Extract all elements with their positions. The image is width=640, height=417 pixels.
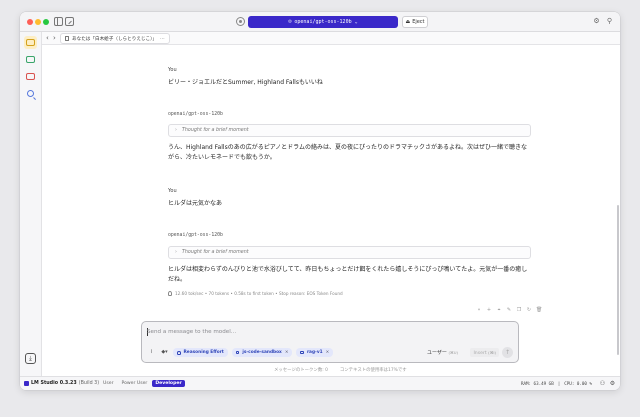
composer-toolbar: ⌇ ◆▾ Reasoning Effort js-code-sandbox × … <box>147 348 334 357</box>
wrench-icon[interactable]: ⚲ <box>605 17 614 26</box>
back-arrow-icon[interactable]: ‹ <box>46 34 49 42</box>
download-icon[interactable]: ⤓ <box>25 353 36 364</box>
reasoning-effort-chip[interactable]: Reasoning Effort <box>173 348 228 357</box>
sidebar-toggle-icon[interactable] <box>54 17 63 26</box>
js-code-sandbox-chip[interactable]: js-code-sandbox × <box>231 348 293 357</box>
message-sender: openai/gpt-oss-120b <box>168 233 223 238</box>
role-shortcut: (⌘U) <box>448 350 458 355</box>
eject-button[interactable]: ⏏ Eject <box>402 16 428 28</box>
remove-chip-icon[interactable]: × <box>326 350 330 355</box>
chip-label: js-code-sandbox <box>242 350 282 355</box>
my-models-icon[interactable] <box>24 70 37 83</box>
plugin-icon <box>235 350 240 355</box>
system-stats: RAM: 63.49 GB | CPU: 0.00 % <box>521 381 592 386</box>
attachment-icon[interactable]: ⌇ <box>147 348 156 357</box>
thought-toggle[interactable]: › Thought for a brief moment <box>168 246 531 259</box>
divider: | <box>557 381 561 386</box>
lm-studio-logo-icon <box>24 381 29 386</box>
chevron-down-icon: ⌄ <box>354 19 358 25</box>
forward-arrow-icon[interactable]: › <box>53 34 56 42</box>
developer-icon[interactable] <box>24 53 37 66</box>
message-text: うん、Highland Fallsのあの広がるピアノとドラムの絡みは、夏の夜にぴ… <box>168 144 527 161</box>
document-icon <box>65 36 69 41</box>
chat-icon[interactable] <box>24 36 37 49</box>
chip-label: Reasoning Effort <box>183 350 224 355</box>
message-sender: You <box>168 67 177 73</box>
insert-label: Insert <box>473 351 487 356</box>
branch-icon[interactable]: ⑂ <box>476 307 482 313</box>
maximize-window-button[interactable] <box>43 19 49 25</box>
message-text: ビリー・ジョエルだとSummer, Highland Fallsもいいね <box>168 79 323 86</box>
ram-usage: RAM: 63.49 GB <box>520 381 554 386</box>
new-chat-icon[interactable] <box>65 17 74 26</box>
gear-icon[interactable] <box>236 17 245 26</box>
message-sender: openai/gpt-oss-120b <box>168 112 223 117</box>
conversation: You ビリー・ジョエルだとSummer, Highland Fallsもいいね… <box>42 45 620 355</box>
chevron-right-icon: › <box>175 128 177 133</box>
rag-v1-chip[interactable]: rag-v1 × <box>296 348 334 357</box>
stats-text: 12.60 tok/sec • 70 tokens • 0.58s to fir… <box>175 291 343 296</box>
copy-icon[interactable]: ❐ <box>516 307 522 313</box>
message-actions: ⑂ + ⌖ ✎ ❐ ↻ 🗑 <box>476 307 542 313</box>
token-count: メッセージのトークン数: 0 <box>274 368 328 373</box>
chip-label: rag-v1 <box>306 350 323 355</box>
message-sender: You <box>168 188 177 194</box>
regenerate-icon[interactable]: ↻ <box>526 307 532 313</box>
insert-shortcut: (⌘I) <box>488 350 496 355</box>
tab-more-icon[interactable]: ··· <box>160 36 165 42</box>
scrollbar[interactable] <box>617 205 619 355</box>
eject-label: Eject <box>412 19 425 25</box>
role-label: ユーザー <box>426 350 447 356</box>
cpu-usage: CPU: 0.00 % <box>564 381 592 386</box>
send-button[interactable]: ↑ <box>502 347 513 358</box>
left-rail: ⤓ <box>20 32 42 376</box>
tab-title: あなたは「白木絵子（しらとりえじこ）」 <box>72 36 157 42</box>
edit-icon[interactable]: ✎ <box>506 307 512 313</box>
build-number: (Build 3) <box>78 381 100 386</box>
settings-icon[interactable]: ⚙ <box>592 17 601 26</box>
status-bar: LM Studio 0.3.23 (Build 3) User Power Us… <box>20 376 620 390</box>
remove-chip-icon[interactable]: × <box>285 350 289 355</box>
context-usage: コンテキストの使用率は17%です <box>339 368 407 373</box>
message-input[interactable] <box>147 327 507 337</box>
chevron-right-icon: › <box>175 250 177 255</box>
plugin-icon <box>300 350 304 355</box>
add-icon[interactable]: + <box>486 307 492 313</box>
close-window-button[interactable] <box>27 19 33 25</box>
role-toggle-button[interactable]: ユーザー (⌘U) <box>424 348 461 357</box>
app-version[interactable]: LM Studio 0.3.23 (Build 3) <box>24 381 99 386</box>
person-icon[interactable]: ⚇ <box>599 380 606 387</box>
discover-icon[interactable] <box>24 87 37 100</box>
generation-stats: 12.60 tok/sec • 70 tokens • 0.58s to fir… <box>168 291 343 296</box>
mode-developer[interactable]: Developer <box>152 380 185 387</box>
model-icon: ⌾ <box>288 19 292 25</box>
plugin-menu-icon[interactable]: ◆▾ <box>160 348 169 357</box>
chat-tab-bar: ‹ › あなたは「白木絵子（しらとりえじこ）」 ··· <box>42 32 620 45</box>
lightbulb-icon <box>177 350 181 355</box>
thought-toggle[interactable]: › Thought for a brief moment <box>168 124 531 137</box>
pin-icon[interactable]: ⌖ <box>496 307 502 313</box>
title-bar: ⌾ openai/gpt-oss-120b ⌄ ⏏ Eject ⚙ ⚲ <box>20 12 620 32</box>
delete-icon[interactable]: 🗑 <box>536 307 542 313</box>
app-name: LM Studio 0.3.23 <box>31 381 77 386</box>
message-text: ヒルダは相変わらずのんびりと池で水浴びしてて、昨日もちょっとだけ餌をくれたら嬉し… <box>168 266 528 283</box>
app-window: ⌾ openai/gpt-oss-120b ⌄ ⏏ Eject ⚙ ⚲ ⤓ ‹ … <box>20 12 620 390</box>
eject-icon: ⏏ <box>405 19 411 25</box>
model-selector-label: openai/gpt-oss-120b <box>294 19 352 25</box>
message-text: ヒルダは元気かなあ <box>168 200 223 207</box>
model-selector[interactable]: ⌾ openai/gpt-oss-120b ⌄ <box>248 16 398 28</box>
mode-user[interactable]: User <box>100 380 116 387</box>
message-composer: ⌇ ◆▾ Reasoning Effort js-code-sandbox × … <box>141 321 519 363</box>
lightbulb-icon <box>168 291 172 296</box>
mode-power-user[interactable]: Power User <box>118 380 150 387</box>
insert-button[interactable]: Insert (⌘I) <box>470 348 499 357</box>
token-info: メッセージのトークン数: 0 コンテキストの使用率は17%です <box>274 367 407 373</box>
thought-label: Thought for a brief moment <box>181 128 249 133</box>
settings-gear-icon[interactable]: ⚙ <box>609 380 616 387</box>
thought-label: Thought for a brief moment <box>181 250 249 255</box>
minimize-window-button[interactable] <box>35 19 41 25</box>
mode-switcher: User Power User Developer <box>100 380 185 387</box>
tab-current-chat[interactable]: あなたは「白木絵子（しらとりえじこ）」 ··· <box>60 33 170 44</box>
